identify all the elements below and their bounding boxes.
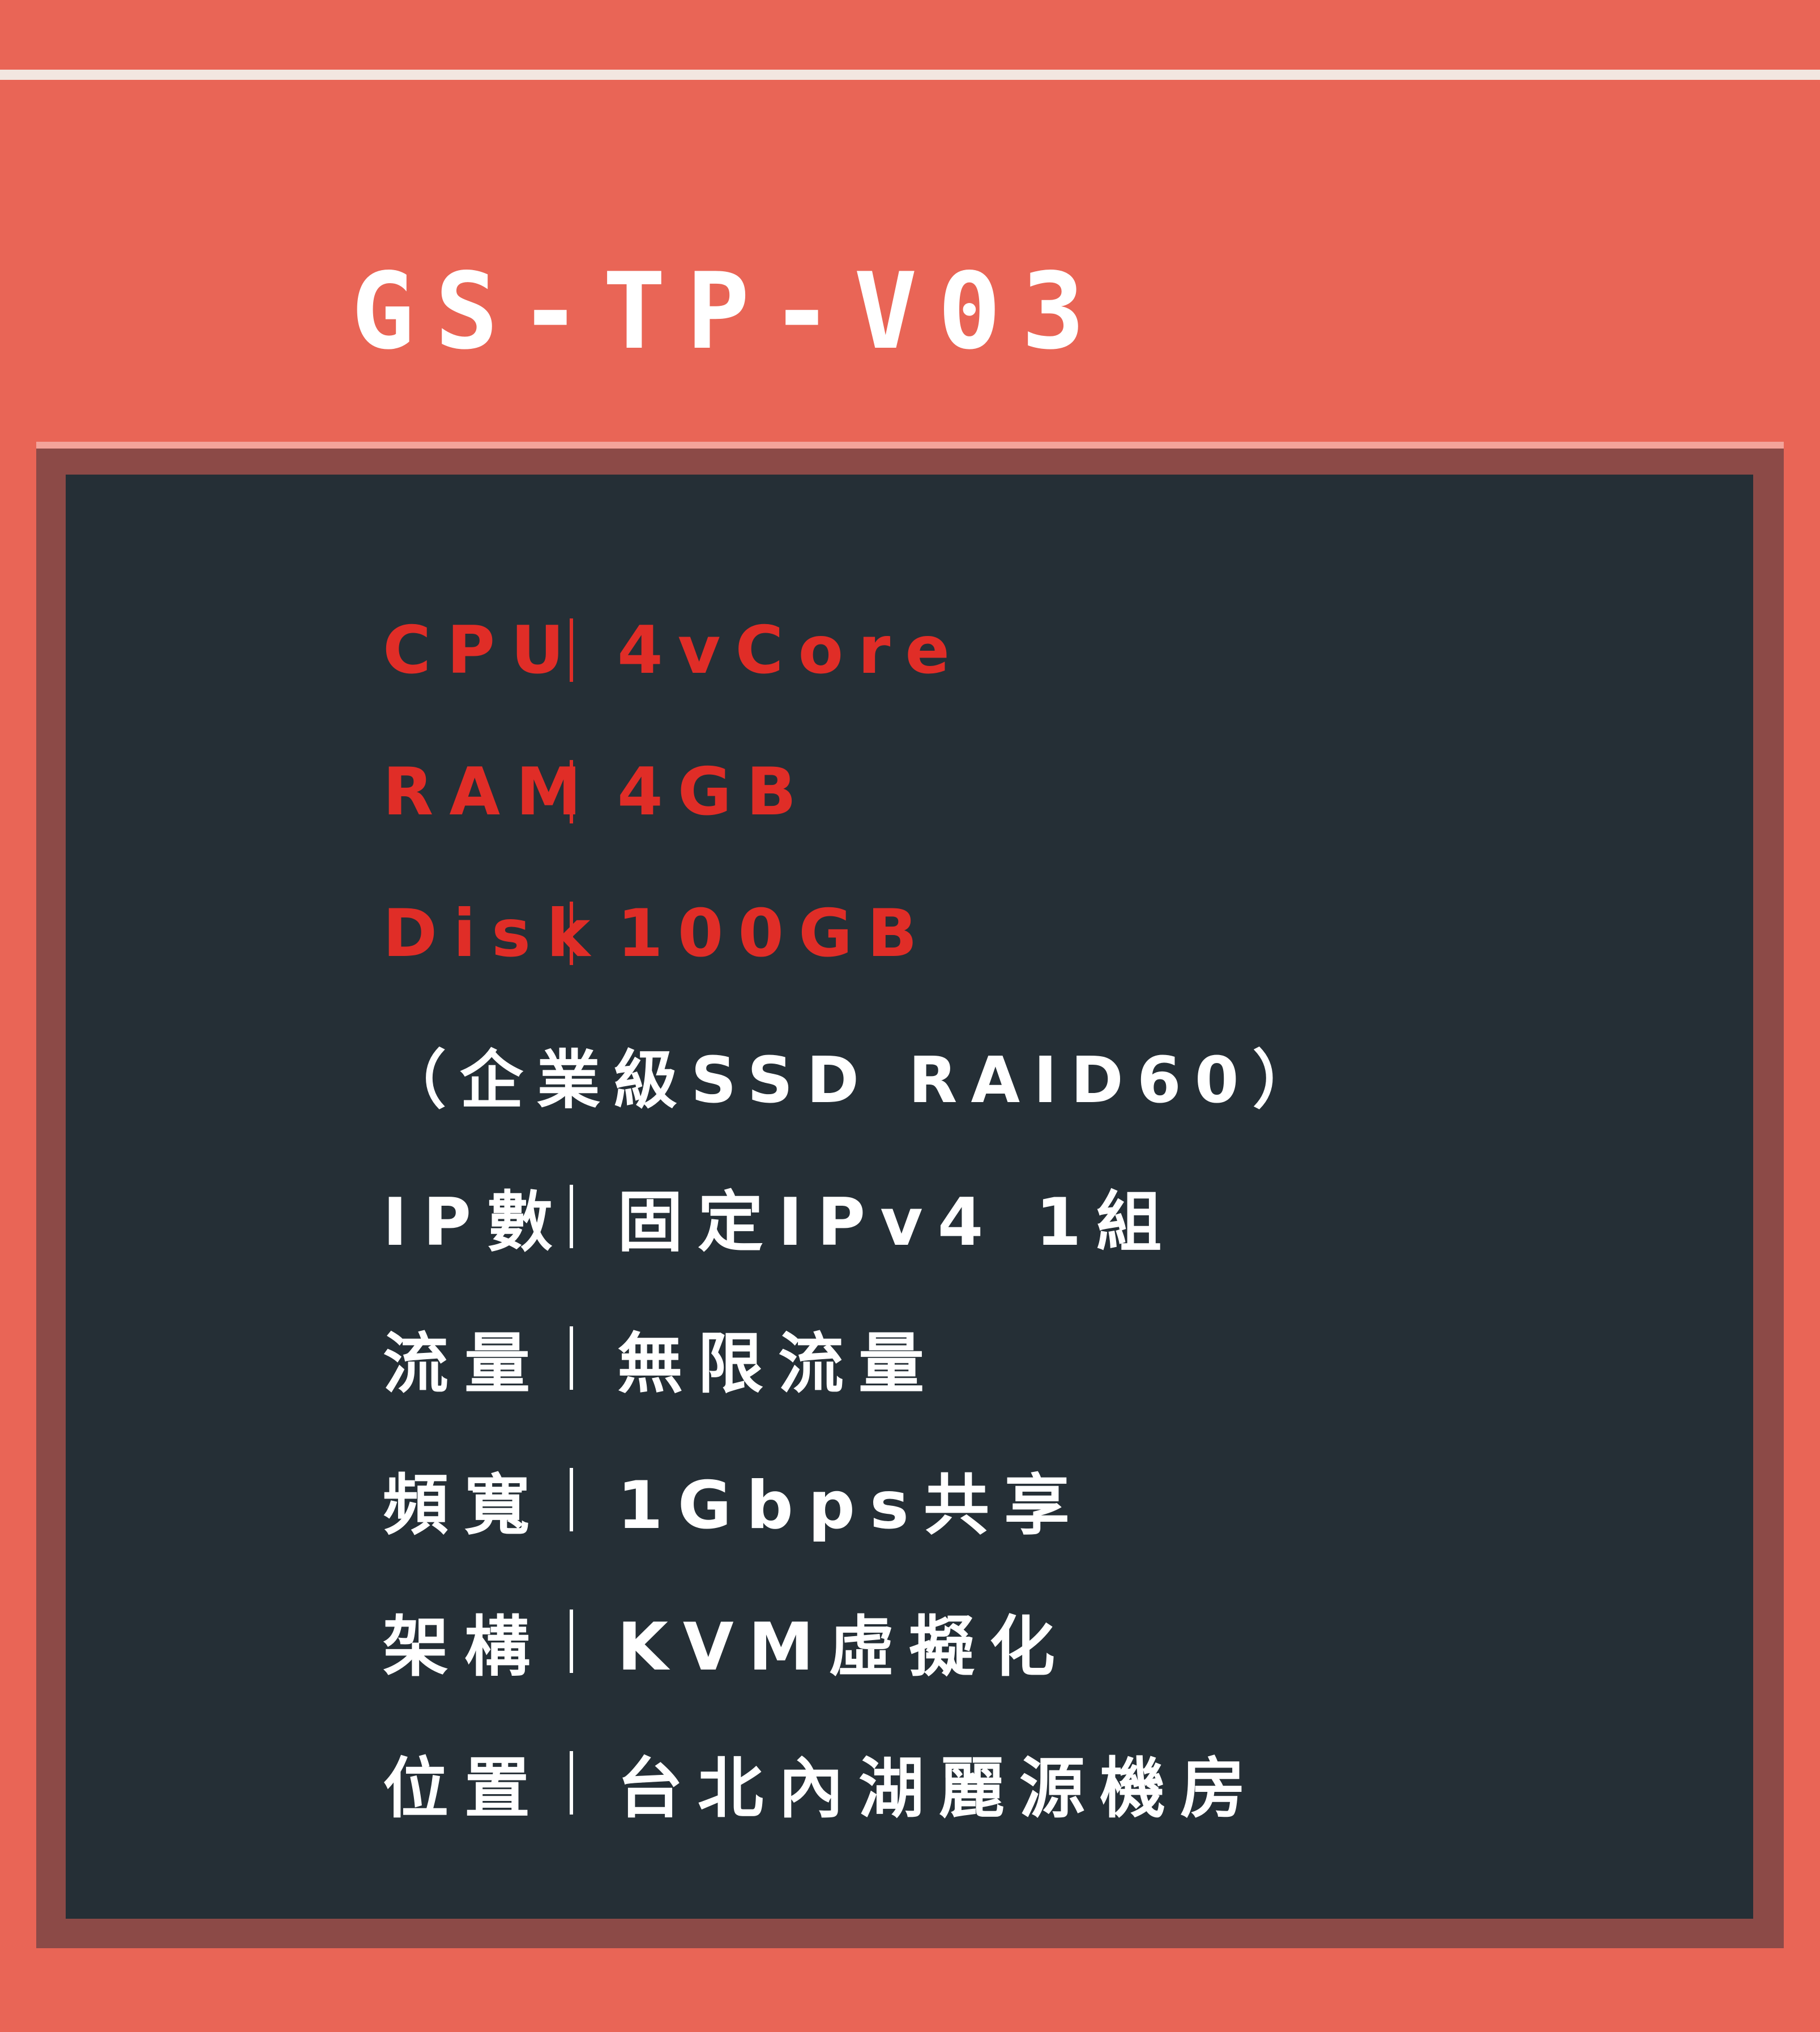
separator <box>570 1185 573 1248</box>
spec-value: 無限流量 <box>617 1326 939 1402</box>
spec-row-ip: IP數 固定IPv4 1組 <box>383 1146 1330 1287</box>
plan-title: GS-TP-V03 <box>351 250 1105 373</box>
spec-value: KVM虛擬化 <box>617 1609 1070 1685</box>
spec-row-architecture: 架構 KVM虛擬化 <box>383 1570 1330 1712</box>
spec-label: IP數 <box>383 1184 569 1261</box>
spec-value: 100GB <box>617 895 932 972</box>
spec-panel: CPU 4vCore RAM 4GB Disk 100GB （企業級SSD RA… <box>66 475 1753 1919</box>
spec-row-location: 位置 台北內湖麗源機房 <box>383 1712 1330 1854</box>
separator <box>570 1751 573 1815</box>
spec-label: RAM <box>383 753 597 830</box>
spec-row-traffic: 流量 無限流量 <box>383 1287 1330 1429</box>
spec-label: Disk <box>383 895 606 972</box>
spec-value: 4GB <box>617 753 811 830</box>
spec-value: 4vCore <box>617 612 965 689</box>
spec-label: 位置 <box>383 1751 546 1827</box>
spec-row-cpu: CPU 4vCore <box>383 579 1330 721</box>
spec-value: 台北內湖麗源機房 <box>617 1751 1261 1827</box>
top-stripe <box>0 70 1820 80</box>
spec-list: CPU 4vCore RAM 4GB Disk 100GB （企業級SSD RA… <box>383 579 1330 1854</box>
spec-row-disk: Disk 100GB <box>383 863 1330 1004</box>
spec-value: 1Gbps共享 <box>617 1467 1085 1544</box>
separator <box>570 1326 573 1390</box>
spec-row-bandwidth: 頻寬 1Gbps共享 <box>383 1429 1330 1570</box>
separator <box>570 618 573 682</box>
spec-label: 流量 <box>383 1326 546 1402</box>
spec-card-frame: CPU 4vCore RAM 4GB Disk 100GB （企業級SSD RA… <box>36 442 1784 1948</box>
separator <box>570 1468 573 1531</box>
separator <box>570 1610 573 1673</box>
separator <box>570 760 573 823</box>
spec-label: CPU <box>383 612 580 689</box>
spec-label: 頻寬 <box>383 1467 546 1544</box>
spec-row-ram: RAM 4GB <box>383 721 1330 863</box>
spec-label: 架構 <box>383 1609 546 1685</box>
disk-note: （企業級SSD RAID60） <box>383 1044 1330 1117</box>
spec-row-disk-note: （企業級SSD RAID60） <box>383 1004 1330 1146</box>
separator <box>570 902 573 965</box>
spec-value: 固定IPv4 1組 <box>617 1184 1177 1261</box>
